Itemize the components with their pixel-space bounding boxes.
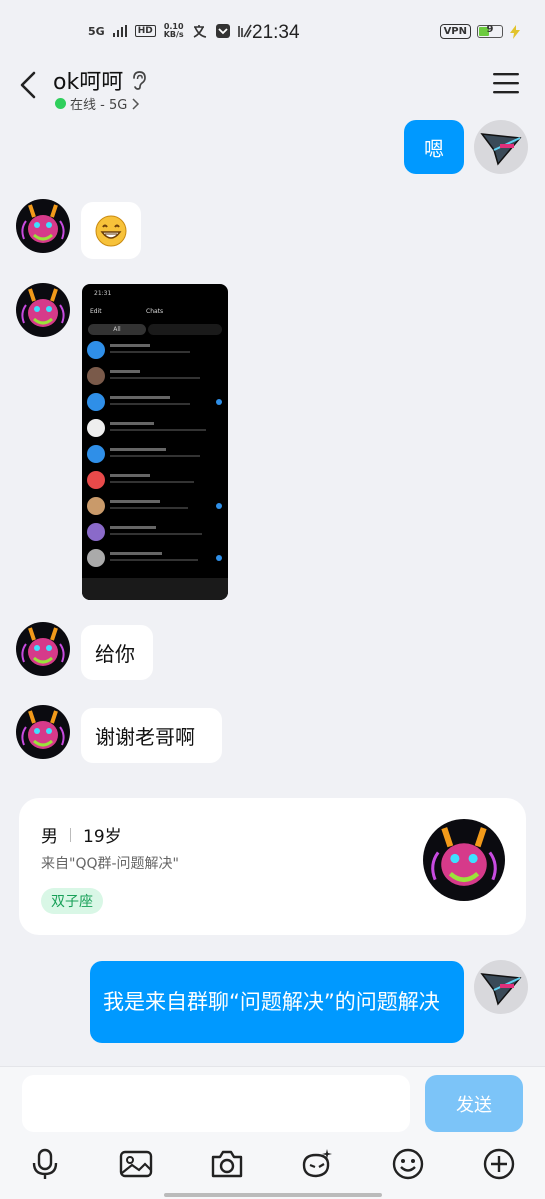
notification-icon <box>215 24 230 38</box>
online-dot-icon <box>55 98 66 109</box>
online-status-text: 在线 - 5G <box>70 98 128 113</box>
shot-edit: Edit <box>90 308 102 315</box>
contact-avatar[interactable] <box>16 283 70 337</box>
profile-age: 19岁 <box>83 827 122 847</box>
camera-icon[interactable] <box>210 1147 244 1181</box>
my-avatar[interactable] <box>474 120 528 174</box>
speed-unit: KB/s <box>163 30 184 39</box>
status-time: 21:34 <box>252 22 300 43</box>
contact-name: ok呵呵 <box>53 70 124 95</box>
image-icon[interactable] <box>119 1147 153 1181</box>
image-message[interactable]: 21:31 Edit Chats All <box>82 284 228 600</box>
message-bubble-incoming[interactable]: 谢谢老哥啊 <box>81 708 222 763</box>
hd-badge: HD <box>134 25 156 37</box>
app-status-icon <box>237 24 252 38</box>
translate-icon <box>193 25 206 38</box>
profile-basic-info: 男 19岁 <box>41 822 122 847</box>
profile-gender: 男 <box>41 827 58 847</box>
message-text: 谢谢老哥啊 <box>95 725 195 749</box>
message-bubble-incoming[interactable]: 给你 <box>81 625 153 680</box>
status-left: 5G HD 0.10 KB/s <box>88 23 252 39</box>
my-avatar[interactable] <box>474 960 528 1014</box>
message-input[interactable] <box>22 1075 410 1132</box>
sticker-icon[interactable] <box>300 1147 334 1181</box>
grinning-emoji-icon <box>95 215 127 246</box>
network-indicator: 5G <box>88 24 105 38</box>
shot-tabbar <box>82 578 228 600</box>
message-bubble-outgoing[interactable]: 我是来自群聊“问题解决”的问题解决 <box>90 961 464 1043</box>
zodiac-tag: 双子座 <box>41 888 103 914</box>
battery-level: 9 <box>486 24 494 35</box>
plus-icon[interactable] <box>482 1147 516 1181</box>
send-button[interactable]: 发送 <box>425 1075 523 1132</box>
profile-source: 来自"QQ群-问题解决" <box>41 856 179 872</box>
input-area: 发送 <box>0 1066 545 1199</box>
profile-card[interactable]: 男 19岁 来自"QQ群-问题解决" 双子座 <box>19 798 526 935</box>
shot-time: 21:31 <box>94 290 112 297</box>
back-arrow-icon[interactable] <box>16 70 40 100</box>
contact-avatar[interactable] <box>16 199 70 253</box>
chat-title[interactable]: ok呵呵 <box>53 64 147 96</box>
emoji-icon[interactable] <box>391 1147 425 1181</box>
microphone-icon[interactable] <box>28 1147 62 1181</box>
online-status[interactable]: 在线 - 5G <box>55 94 140 113</box>
shot-tab-all: All <box>88 324 146 335</box>
message-bubble-outgoing[interactable]: 嗯 <box>404 120 464 174</box>
chevron-right-icon <box>132 97 140 110</box>
contact-avatar[interactable] <box>16 705 70 759</box>
message-text: 我是来自群聊“问题解决”的问题解决 <box>103 989 440 1014</box>
status-bar: 5G HD 0.10 KB/s 21:34 VPN 9 <box>0 0 545 62</box>
menu-icon[interactable] <box>493 72 519 94</box>
chat-header: ok呵呵 在线 - 5G <box>0 62 545 116</box>
status-right: VPN 9 <box>439 24 521 39</box>
battery-icon: 9 <box>477 24 503 38</box>
vpn-badge: VPN <box>439 24 471 39</box>
divider <box>70 827 71 842</box>
home-indicator[interactable] <box>164 1193 382 1197</box>
message-text: 嗯 <box>424 136 444 161</box>
signal-icon <box>112 25 127 37</box>
contact-avatar[interactable] <box>16 622 70 676</box>
shot-tab-other <box>148 324 222 335</box>
message-bubble-incoming[interactable] <box>81 202 141 259</box>
message-text: 给你 <box>95 642 135 666</box>
speed-indicator: 0.10 KB/s <box>164 23 184 39</box>
shot-title: Chats <box>146 308 164 315</box>
charging-icon <box>510 24 520 39</box>
chat-list-preview-icon <box>87 341 222 567</box>
profile-avatar[interactable] <box>423 819 505 901</box>
ear-icon <box>133 71 147 90</box>
